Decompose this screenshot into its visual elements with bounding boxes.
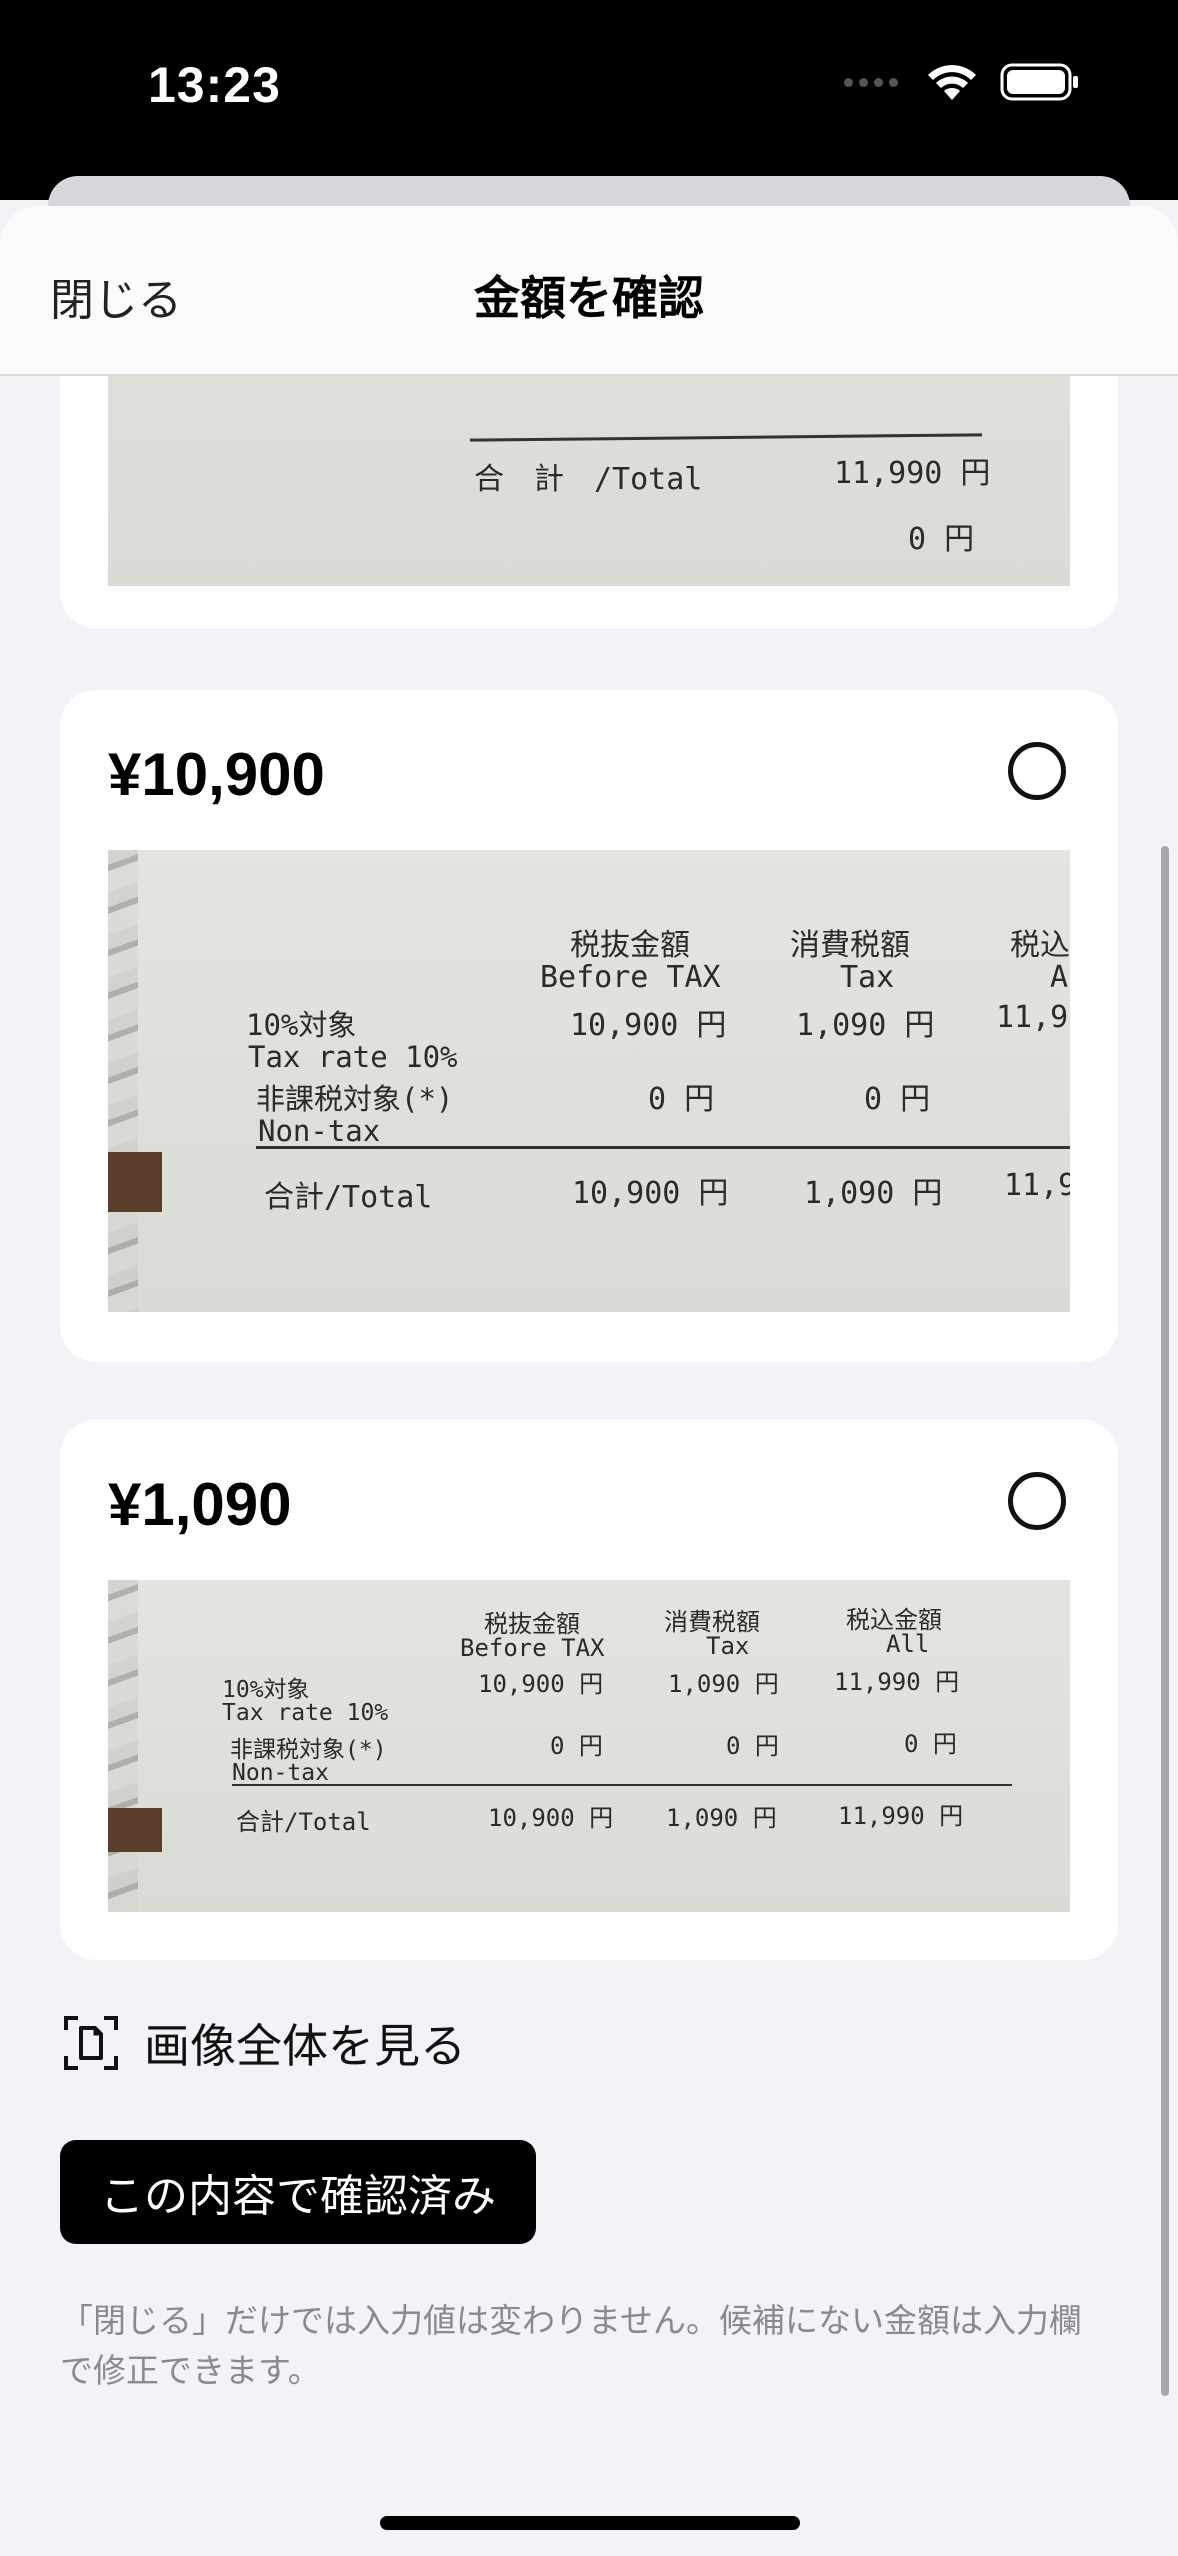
candidate-card[interactable]: ¥10,900 税抜金額 Before TAX 消費税額 Tax 税込 A 10… bbox=[60, 690, 1118, 1362]
receipt-total-value: 11,990 円 bbox=[834, 456, 991, 491]
candidate-amount: ¥10,900 bbox=[108, 741, 325, 808]
receipt-text: 0 円 bbox=[726, 1732, 779, 1760]
receipt-text: Non-tax bbox=[258, 1114, 381, 1148]
receipt-text: 11,99 bbox=[996, 1000, 1070, 1035]
scrollbar[interactable] bbox=[1161, 846, 1169, 2396]
receipt-text: 税込 bbox=[1010, 928, 1070, 963]
receipt-text: Non-tax bbox=[232, 1760, 329, 1786]
receipt-text: 0 円 bbox=[550, 1732, 603, 1760]
radio-button[interactable] bbox=[1008, 1472, 1066, 1530]
candidate-card[interactable]: ¥1,090 税抜金額 Before TAX 消費税額 Tax 税込金額 All… bbox=[60, 1420, 1118, 1960]
receipt-crop-image: 税抜金額 Before TAX 消費税額 Tax 税込金額 All 10%対象 … bbox=[108, 1580, 1070, 1912]
receipt-zero-value: 0 円 bbox=[908, 522, 975, 557]
status-icons bbox=[844, 62, 1080, 102]
receipt-text: 合計/Total bbox=[264, 1180, 433, 1215]
receipt-text: 非課税対象(*) bbox=[256, 1082, 454, 1116]
receipt-text: 11,990 円 bbox=[838, 1802, 964, 1830]
receipt-text: 10%対象 bbox=[222, 1677, 310, 1703]
receipt-text: 0 円 bbox=[648, 1082, 715, 1117]
confirm-button[interactable]: この内容で確認済み bbox=[60, 2140, 536, 2244]
receipt-text: A bbox=[1050, 960, 1069, 995]
receipt-text: 税抜金額 bbox=[570, 928, 690, 963]
receipt-text: 合計/Total bbox=[236, 1808, 371, 1836]
receipt-text: 10,900 円 bbox=[488, 1804, 614, 1832]
receipt-edge-dark bbox=[108, 1152, 162, 1212]
view-full-image-link[interactable]: 画像全体を見る bbox=[62, 2010, 466, 2076]
radio-button[interactable] bbox=[1008, 742, 1066, 800]
receipt-text: 1,090 円 bbox=[796, 1008, 935, 1043]
nav-bar: 閉じる 金額を確認 bbox=[0, 206, 1178, 376]
receipt-text: 10%対象 bbox=[246, 1008, 357, 1042]
receipt-text: 10,900 円 bbox=[478, 1670, 604, 1698]
receipt-crop-image: 税抜金額 Before TAX 消費税額 Tax 税込 A 10%対象 Tax … bbox=[108, 850, 1070, 1312]
receipt-text: Before TAX bbox=[540, 960, 721, 995]
receipt-text: Tax rate 10% bbox=[222, 1700, 389, 1726]
home-indicator[interactable] bbox=[380, 2516, 800, 2530]
receipt-text: All bbox=[886, 1630, 930, 1658]
receipt-text: 11,990 円 bbox=[834, 1668, 960, 1696]
receipt-text: Tax bbox=[840, 960, 895, 995]
wifi-icon bbox=[928, 65, 976, 100]
receipt-edge-dark bbox=[108, 1808, 162, 1852]
receipt-edge bbox=[108, 1580, 138, 1912]
receipt-text: 0 円 bbox=[904, 1730, 957, 1758]
document-scan-icon bbox=[64, 2016, 118, 2070]
receipt-text: Tax rate 10% bbox=[248, 1040, 458, 1074]
receipt-text: 0 円 bbox=[864, 1082, 931, 1117]
confirm-amount-sheet: 閉じる 金額を確認 合 計 /Total 11,990 円 0 円 ¥10,90… bbox=[0, 206, 1178, 2556]
signal-dots-icon bbox=[844, 77, 898, 87]
status-time: 13:23 bbox=[148, 57, 281, 113]
receipt-text: 消費税額 bbox=[790, 928, 910, 963]
receipt-edge bbox=[108, 850, 138, 1312]
receipt-text: Before TAX bbox=[460, 1634, 605, 1662]
receipt-text: 1,090 円 bbox=[666, 1804, 777, 1832]
candidate-amount: ¥1,090 bbox=[108, 1471, 292, 1538]
receipt-text: 10,900 円 bbox=[570, 1008, 727, 1043]
view-full-image-label: 画像全体を見る bbox=[144, 2019, 466, 2073]
receipt-text: 10,900 円 bbox=[572, 1176, 729, 1211]
receipt-text: Tax bbox=[706, 1632, 750, 1660]
page-title: 金額を確認 bbox=[474, 271, 704, 325]
battery-icon bbox=[1000, 63, 1078, 101]
receipt-text: 非課税対象(*) bbox=[230, 1737, 387, 1763]
status-bar: 13:23 bbox=[0, 0, 1178, 200]
receipt-text: 1,090 円 bbox=[804, 1176, 943, 1211]
footnote-text: 「閉じる」だけでは入力値は変わりません。候補にない金額は入力欄で修正できます。 bbox=[60, 2301, 1083, 2390]
receipt-total-label: 合 計 /Total bbox=[474, 462, 703, 497]
receipt-text: 1,090 円 bbox=[668, 1670, 779, 1698]
receipt-text: 11,9 bbox=[1004, 1168, 1070, 1203]
